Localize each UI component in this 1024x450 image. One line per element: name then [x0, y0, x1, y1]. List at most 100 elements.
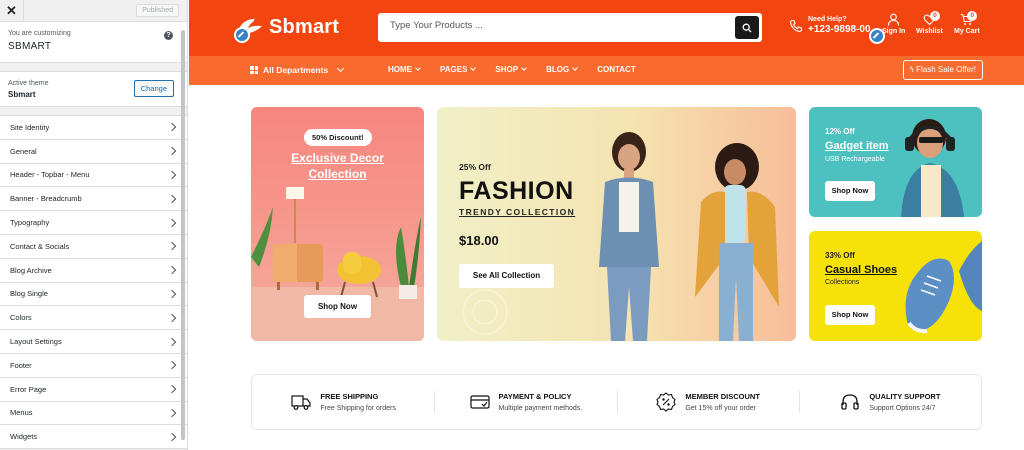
feature-quality-support: QUALITY SUPPORT Support Options 24/7: [798, 375, 981, 429]
feature-title: FREE SHIPPING: [320, 392, 379, 401]
change-theme-button[interactable]: Change: [133, 80, 174, 97]
chevron-down-icon: [521, 65, 527, 71]
flash-sale-button[interactable]: ϟ Flash Sale Offer!: [902, 60, 983, 80]
banner-decor[interactable]: 50% Discount! Exclusive Decor Collection…: [251, 107, 424, 341]
publish-button[interactable]: Published: [136, 4, 179, 17]
search-input[interactable]: [390, 20, 720, 31]
chevron-right-icon: [167, 313, 177, 323]
chevron-down-icon: [415, 65, 421, 71]
sign-in-link[interactable]: Sign In: [882, 13, 905, 35]
feature-title: PAYMENT & POLICY: [498, 392, 572, 401]
banner-price: $18.00: [459, 233, 499, 248]
feature-subtitle: Get 15% off your order: [685, 405, 757, 412]
nav-item-shop[interactable]: SHOP: [495, 65, 527, 74]
all-departments-dropdown[interactable]: All Departments: [250, 64, 345, 75]
discount-badge: 50% Discount!: [304, 129, 372, 146]
nav-item-blog[interactable]: BLOG: [546, 65, 579, 74]
chevron-down-icon: [470, 65, 477, 71]
section-blog-archive[interactable]: Blog Archive: [0, 259, 187, 283]
help-icon[interactable]: ?: [164, 31, 173, 40]
banner-subtitle: TRENDY COLLECTION: [459, 207, 576, 217]
chevron-right-icon: [167, 123, 177, 132]
offer-label: 33% Off: [825, 251, 855, 260]
site-logo[interactable]: Sbmart: [235, 15, 339, 39]
section-site-identity[interactable]: Site Identity: [0, 116, 187, 140]
card-icon: [469, 395, 490, 409]
nav-item-contact[interactable]: CONTACT: [597, 65, 636, 74]
nav-menu: HOME PAGES SHOP BLOG CONTACT: [388, 65, 656, 74]
nav-label: PAGES: [440, 65, 468, 74]
active-theme-panel: Active theme Sbmart Change: [0, 71, 187, 107]
section-layout-settings[interactable]: Layout Settings: [0, 330, 187, 354]
chevron-right-icon: [167, 361, 177, 370]
flash-sale-label: Flash Sale Offer!: [916, 65, 976, 74]
section-blog-single[interactable]: Blog Single: [0, 283, 187, 307]
section-widgets[interactable]: Widgets: [0, 425, 187, 450]
nav-label: BLOG: [546, 65, 570, 74]
logo-text: Sbmart: [269, 15, 340, 38]
offer-label: 12% Off: [825, 127, 855, 136]
customizer-info: You are customizing SBMART ?: [0, 22, 187, 63]
banner-gadget[interactable]: 12% Off Gadget item USB Rechargeable Sho…: [809, 107, 982, 217]
wishlist-link[interactable]: 0 Wishlist: [916, 11, 943, 35]
feature-title: QUALITY SUPPORT: [869, 392, 941, 401]
feature-subtitle: Multiple payment methods.: [498, 405, 583, 412]
main-navigation: All Departments HOME PAGES SHOP BLOG CON…: [189, 56, 1024, 85]
nav-item-pages[interactable]: PAGES: [440, 65, 477, 74]
sign-in-label: Sign In: [882, 28, 906, 35]
cart-count-badge: 0: [967, 11, 978, 21]
section-label: Blog Archive: [10, 265, 52, 275]
customizer-header: ✕ Published: [0, 0, 187, 22]
offer-label: 25% Off: [459, 162, 491, 172]
banner-shoes[interactable]: 33% Off Casual Shoes Collections Shop No…: [809, 231, 982, 341]
banner-title-line2[interactable]: Collection: [251, 167, 424, 181]
cart-link[interactable]: 0 My Cart: [954, 11, 980, 35]
section-footer[interactable]: Footer: [0, 354, 187, 378]
edit-shortcut-pencil-icon[interactable]: [234, 27, 250, 43]
see-all-collection-button[interactable]: See All Collection: [459, 264, 554, 288]
section-label: Footer: [10, 360, 32, 370]
section-general[interactable]: General: [0, 140, 187, 164]
wishlist-label: Wishlist: [916, 28, 943, 35]
section-error-page[interactable]: Error Page: [0, 378, 187, 402]
close-customizer-button[interactable]: ✕: [0, 0, 24, 22]
help-label: Need Help?: [808, 16, 847, 23]
section-header-topbar-menu[interactable]: Header - Topbar - Menu: [0, 164, 187, 188]
nav-item-home[interactable]: HOME: [388, 65, 421, 74]
user-icon: [888, 13, 900, 26]
banner-title[interactable]: Casual Shoes: [825, 264, 897, 276]
cart-label: My Cart: [954, 28, 980, 35]
shop-now-button[interactable]: Shop Now: [825, 305, 875, 325]
section-label: Error Page: [10, 384, 47, 394]
features-bar: FREE SHIPPING Free Shipping for orders P…: [251, 374, 982, 430]
banner-title-line1[interactable]: Exclusive Decor: [251, 151, 424, 165]
phone-icon: [789, 19, 803, 33]
truck-icon: [291, 395, 311, 410]
shop-now-button[interactable]: Shop Now: [825, 181, 875, 201]
search-icon: [742, 23, 752, 32]
feature-subtitle: Free Shipping for orders: [320, 405, 396, 412]
shop-now-button[interactable]: Shop Now: [304, 295, 371, 318]
section-banner-breadcrumb[interactable]: Banner - Breadcrumb: [0, 187, 187, 212]
banner-title[interactable]: Gadget item: [825, 140, 889, 152]
section-contact-socials[interactable]: Contact & Socials: [0, 235, 187, 259]
section-label: Typography: [10, 218, 50, 228]
section-typography[interactable]: Typography: [0, 211, 187, 235]
feature-payment-policy: PAYMENT & POLICY Multiple payment method…: [434, 375, 616, 429]
section-colors[interactable]: Colors: [0, 306, 187, 331]
chevron-right-icon: [167, 289, 177, 299]
grid-icon: [250, 66, 258, 74]
need-help[interactable]: Need Help? +123-9898-00: [789, 16, 871, 35]
search-button[interactable]: [735, 16, 759, 39]
help-phone: +123-9898-00: [808, 24, 871, 35]
headphones-icon: [841, 394, 859, 410]
customizing-label: You are customizing: [8, 30, 71, 37]
banner-fashion[interactable]: 25% Off FASHION TRENDY COLLECTION $18.00…: [437, 107, 796, 341]
chevron-down-icon: [337, 64, 345, 73]
sidebar-scrollbar[interactable]: [181, 30, 185, 440]
section-label: Banner - Breadcrumb: [10, 194, 82, 204]
section-menus[interactable]: Menus: [0, 402, 187, 426]
chevron-right-icon: [167, 432, 177, 441]
feature-title: MEMBER DISCOUNT: [685, 392, 760, 401]
section-label: General: [10, 146, 37, 156]
